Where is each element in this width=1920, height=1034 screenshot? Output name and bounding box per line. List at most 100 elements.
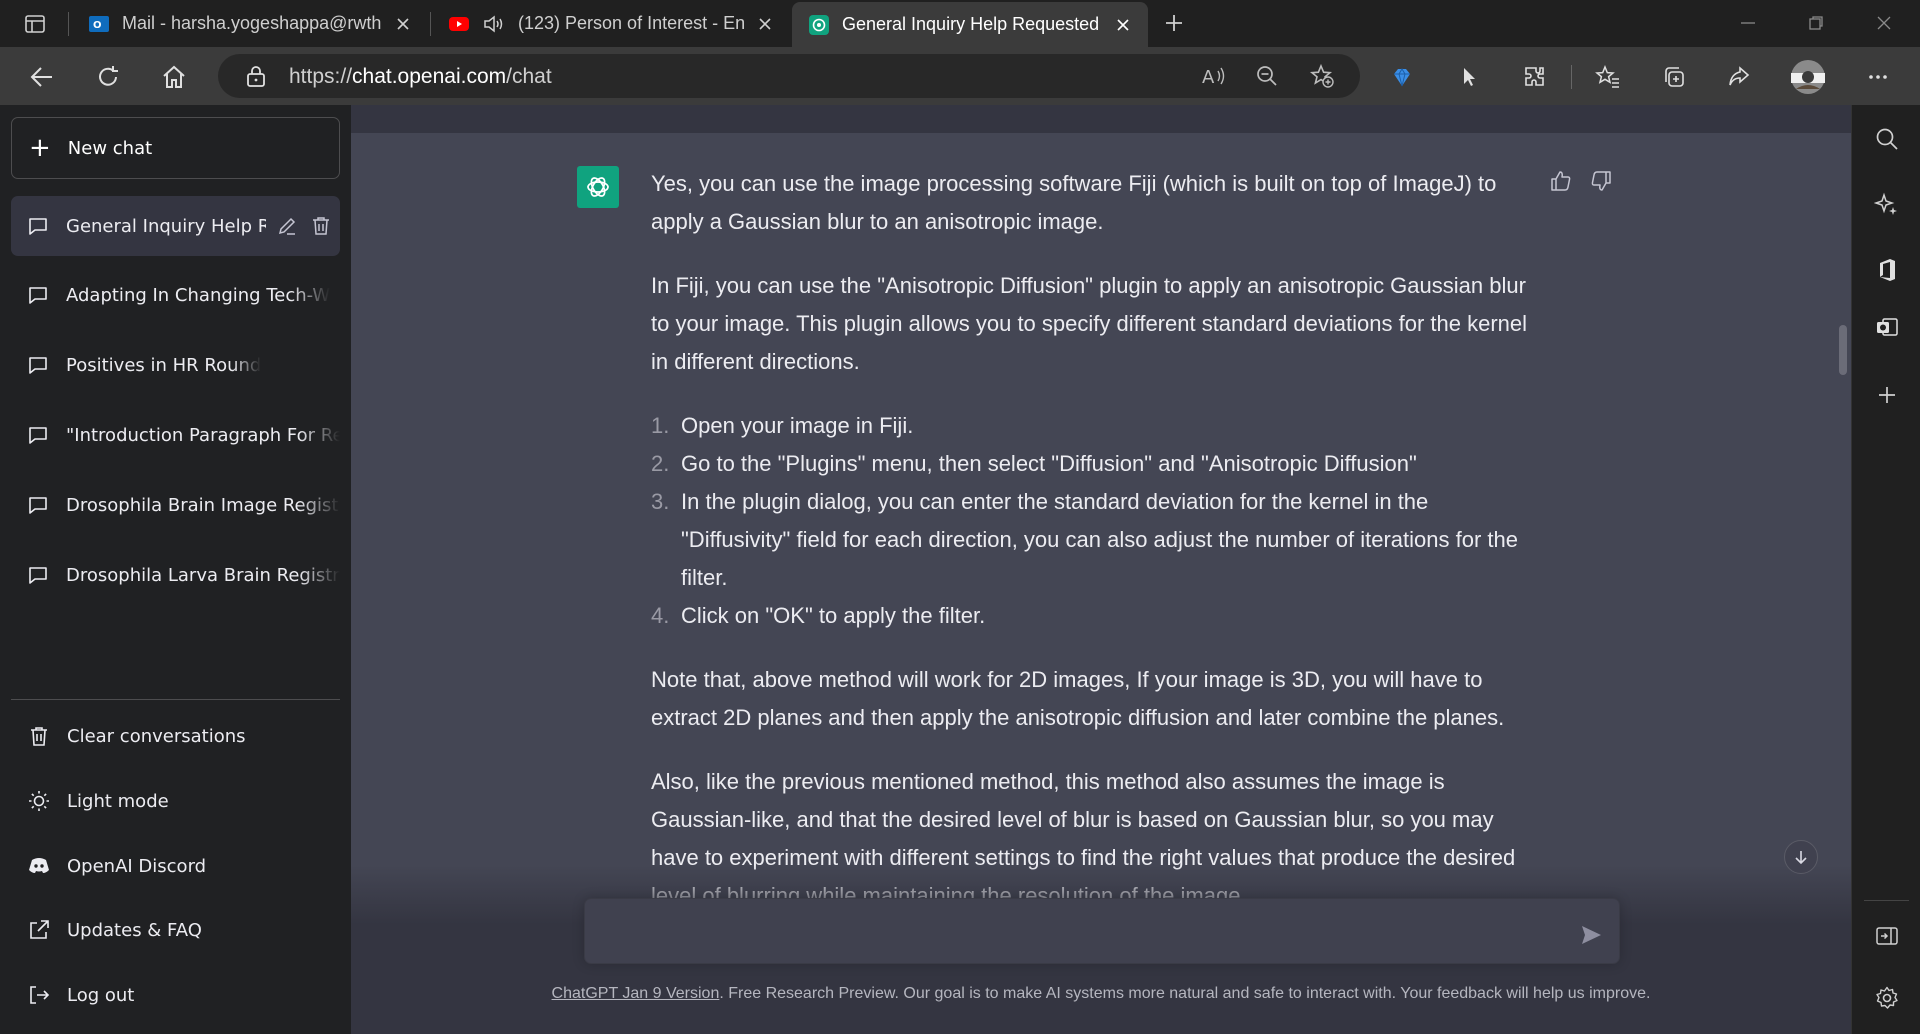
message-input[interactable]: [603, 909, 1563, 953]
scrollbar-thumb[interactable]: [1839, 325, 1847, 375]
chat-sidebar: + New chat General Inquiry Help Re Adapt…: [0, 105, 351, 1034]
read-aloud-icon[interactable]: A: [1196, 58, 1232, 94]
close-tab-icon[interactable]: [1112, 14, 1134, 36]
chat-bubble-icon: [27, 494, 49, 516]
restore-icon[interactable]: [1798, 5, 1834, 41]
new-chat-button[interactable]: + New chat: [11, 117, 340, 179]
close-tab-icon[interactable]: [392, 13, 414, 35]
tab-separator: [430, 12, 431, 36]
minimize-icon[interactable]: [1730, 5, 1766, 41]
conversation-item[interactable]: Drosophila Larva Brain Registra: [11, 545, 340, 605]
favorites-icon[interactable]: [1590, 59, 1626, 95]
feedback-buttons: [1549, 169, 1613, 193]
message-paragraph: Note that, above method will work for 2D…: [651, 667, 1505, 730]
conversation-item[interactable]: Adapting In Changing Tech-W: [11, 265, 340, 325]
sidebar-divider: [11, 699, 340, 700]
share-icon[interactable]: [1721, 59, 1757, 95]
footer-disclaimer: ChatGPT Jan 9 Version. Free Research Pre…: [351, 985, 1851, 1003]
message-paragraph: In Fiji, you can use the "Anisotropic Di…: [651, 273, 1528, 374]
hide-sidebar-icon[interactable]: [1872, 921, 1902, 951]
tab-chatgpt[interactable]: General Inquiry Help Requested: [792, 2, 1148, 47]
chat-main: Yes, you can use the image processing so…: [351, 105, 1851, 1034]
new-chat-label: New chat: [67, 137, 153, 159]
add-favorite-icon[interactable]: [1304, 58, 1340, 94]
tab-youtube[interactable]: (123) Person of Interest - En: [432, 0, 790, 47]
settings-gear-icon[interactable]: [1872, 983, 1902, 1013]
extensions-icon[interactable]: [1517, 59, 1553, 95]
send-icon[interactable]: [1578, 922, 1604, 948]
home-icon[interactable]: [156, 59, 192, 95]
list-item: 3. In the plugin dialog, you can enter th…: [651, 489, 1518, 590]
conversation-label: Positives in HR Round: [66, 354, 262, 376]
tab-label: (123) Person of Interest - En: [518, 13, 746, 33]
log-out-button[interactable]: Log out: [11, 967, 340, 1023]
conversation-item[interactable]: General Inquiry Help Re: [11, 196, 340, 256]
profile-avatar[interactable]: [1790, 59, 1826, 95]
browser-tab-bar: O Mail - harsha.yogeshappa@rwth (123) Pe…: [0, 0, 1920, 47]
office-icon[interactable]: [1872, 255, 1902, 285]
collections-icon[interactable]: [1656, 59, 1692, 95]
delete-icon[interactable]: [310, 215, 332, 237]
trash-icon: [27, 724, 51, 748]
assistant-message: Yes, you can use the image processing so…: [651, 165, 1541, 941]
url-text: https://chat.openai.com/chat: [289, 65, 552, 88]
tab-mail[interactable]: O Mail - harsha.yogeshappa@rwth: [72, 0, 428, 47]
edge-sidebar: [1851, 105, 1920, 1034]
close-window-icon[interactable]: [1866, 5, 1902, 41]
conversation-label: "Introduction Paragraph For Re: [66, 424, 340, 446]
footer-text: . Free Research Preview. Our goal is to …: [719, 985, 1651, 1002]
conversation-item[interactable]: "Introduction Paragraph For Re: [11, 405, 340, 465]
version-link[interactable]: ChatGPT Jan 9 Version: [552, 985, 720, 1002]
svg-text:O: O: [93, 20, 102, 31]
steps-list: 1. Open your image in Fiji. 2. Go to the "…: [651, 407, 1541, 635]
chat-bubble-icon: [27, 354, 49, 376]
arrow-down-icon: [1795, 851, 1807, 865]
logout-icon: [27, 983, 51, 1007]
conversation-item[interactable]: Drosophila Brain Image Registr: [11, 475, 340, 535]
chat-bubble-icon: [27, 424, 49, 446]
toolbar-separator: [1571, 65, 1572, 89]
zoom-out-icon[interactable]: [1249, 58, 1285, 94]
conversation-label: Adapting In Changing Tech-W: [66, 284, 331, 306]
light-mode-label: Light mode: [67, 790, 169, 812]
updates-faq-link[interactable]: Updates & FAQ: [11, 902, 340, 958]
log-out-label: Log out: [67, 984, 135, 1006]
thumbs-down-icon[interactable]: [1589, 169, 1613, 193]
speaker-icon[interactable]: [482, 13, 504, 35]
external-link-icon: [27, 918, 51, 942]
clear-conversations-label: Clear conversations: [67, 725, 246, 747]
message-input-box[interactable]: [584, 898, 1620, 964]
extension-cursor-icon[interactable]: [1451, 59, 1487, 95]
search-icon[interactable]: [1872, 124, 1902, 154]
outlook-icon: O: [88, 13, 110, 35]
scroll-to-bottom-button[interactable]: [1784, 840, 1818, 874]
previous-message-strip: [351, 105, 1851, 133]
chat-bubble-icon: [27, 564, 49, 586]
plus-icon: +: [29, 133, 51, 163]
discover-sparkle-icon[interactable]: [1872, 190, 1902, 220]
updates-faq-label: Updates & FAQ: [67, 919, 202, 941]
clear-conversations-button[interactable]: Clear conversations: [11, 708, 340, 764]
conversation-label: Drosophila Brain Image Registr: [66, 494, 340, 516]
refresh-icon[interactable]: [90, 59, 126, 95]
tab-actions-icon[interactable]: [17, 6, 53, 42]
add-sidebar-app-icon[interactable]: [1872, 380, 1902, 410]
extension-diamond-icon[interactable]: [1384, 59, 1420, 95]
close-tab-icon[interactable]: [754, 13, 776, 35]
new-tab-icon[interactable]: [1156, 5, 1192, 41]
conversation-label: General Inquiry Help Re: [66, 215, 266, 237]
tab-label: General Inquiry Help Requested: [842, 14, 1100, 34]
conversation-item[interactable]: Positives in HR Round: [11, 335, 340, 395]
lock-icon[interactable]: [238, 58, 274, 94]
list-item: 2. Go to the "Plugins" menu, then select …: [651, 451, 1417, 476]
edit-icon[interactable]: [276, 215, 298, 237]
address-bar[interactable]: https://chat.openai.com/chat A: [218, 54, 1360, 98]
more-menu-icon[interactable]: [1860, 59, 1896, 95]
light-mode-button[interactable]: Light mode: [11, 773, 340, 829]
chat-bubble-icon: [27, 215, 49, 237]
tab-label: Mail - harsha.yogeshappa@rwth: [122, 13, 382, 33]
back-icon[interactable]: [24, 59, 60, 95]
thumbs-up-icon[interactable]: [1549, 169, 1573, 193]
outlook-sidebar-icon[interactable]: [1872, 312, 1902, 342]
openai-discord-link[interactable]: OpenAI Discord: [11, 838, 340, 894]
